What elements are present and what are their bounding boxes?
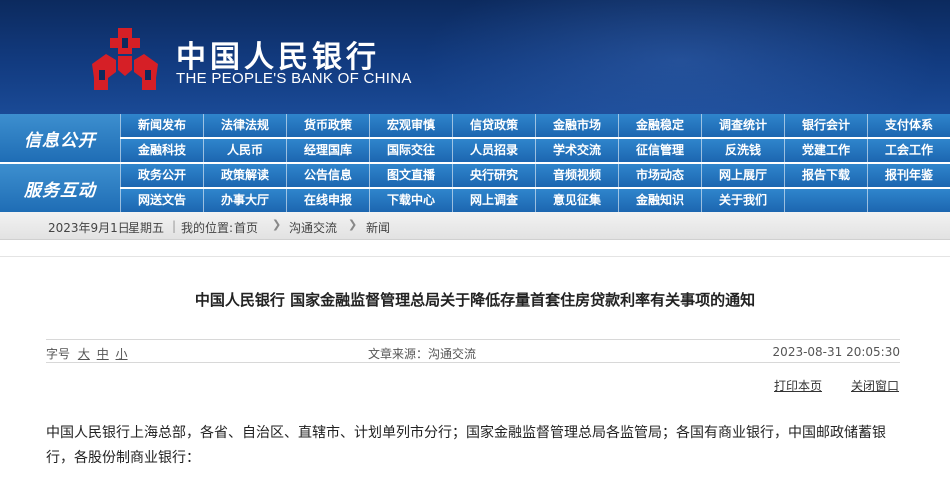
nav-item-empty — [867, 189, 950, 212]
article-meta-bar: 字号 大 中 小 文章来源：沟通交流 2023-08-31 20:05:30 — [46, 339, 900, 363]
nav-item[interactable]: 工会工作 — [867, 139, 950, 162]
chevron-right-icon: ❯ — [272, 218, 282, 231]
nav-item[interactable]: 政策解读 — [203, 164, 286, 187]
nav-item[interactable]: 音频视频 — [535, 164, 618, 187]
nav-item[interactable]: 支付体系 — [867, 114, 950, 137]
info-disclosure-section: 信息公开 — [0, 114, 120, 162]
nav-item[interactable]: 办事大厅 — [203, 189, 286, 212]
nav-item[interactable]: 网上展厅 — [701, 164, 784, 187]
nav-item[interactable]: 人民币 — [203, 139, 286, 162]
nav-item[interactable]: 人员招录 — [452, 139, 535, 162]
nav-item[interactable]: 金融科技 — [120, 139, 203, 162]
nav-item[interactable]: 关于我们 — [701, 189, 784, 212]
nav-item[interactable]: 网上调查 — [452, 189, 535, 212]
breadcrumb-home-link[interactable]: 首页 — [234, 219, 258, 236]
nav-item[interactable]: 图文直播 — [369, 164, 452, 187]
article-body: 中国人民银行上海总部，各省、自治区、直辖市、计划单列市分行；国家金融监督管理总局… — [46, 425, 886, 466]
nav-item[interactable]: 央行研究 — [452, 164, 535, 187]
nav-item[interactable]: 宏观审慎 — [369, 114, 452, 137]
nav-item[interactable]: 银行会计 — [784, 114, 867, 137]
nav-item[interactable]: 信贷政策 — [452, 114, 535, 137]
nav-item-empty — [784, 189, 867, 212]
font-size-medium-button[interactable]: 中 — [97, 347, 109, 361]
nav-item[interactable]: 新闻发布 — [120, 114, 203, 137]
article-container: 中国人民银行 国家金融监督管理总局关于降低存量首套住房贷款利率有关事项的通知 字… — [0, 256, 950, 482]
chevron-right-icon: ❯ — [348, 218, 358, 231]
nav-item[interactable]: 政务公开 — [120, 164, 203, 187]
nav-item[interactable]: 市场动态 — [618, 164, 701, 187]
nav-item[interactable]: 法律法规 — [203, 114, 286, 137]
nav-item[interactable]: 征信管理 — [618, 139, 701, 162]
breadcrumb: 2023年9月1日 星期五 | 我的位置: 首页 ❯ 沟通交流 ❯ 新闻 — [0, 212, 950, 240]
nav-item[interactable]: 金融稳定 — [618, 114, 701, 137]
nav-item[interactable]: 党建工作 — [784, 139, 867, 162]
nav-item[interactable]: 报告下载 — [784, 164, 867, 187]
breadcrumb-communication-link[interactable]: 沟通交流 — [289, 219, 337, 236]
nav-item[interactable]: 金融知识 — [618, 189, 701, 212]
nav-row-4: 网送文告 办事大厅 在线申报 下载中心 网上调查 意见征集 金融知识 关于我们 — [120, 189, 950, 212]
nav-item[interactable]: 金融市场 — [535, 114, 618, 137]
article-title: 中国人民银行 国家金融监督管理总局关于降低存量首套住房贷款利率有关事项的通知 — [194, 291, 756, 309]
site-header: 中国人民银行 THE PEOPLE'S BANK OF CHINA — [0, 0, 950, 114]
info-disclosure-label: 信息公开 — [24, 130, 96, 151]
nav-row-2: 金融科技 人民币 经理国库 国际交往 人员招录 学术交流 征信管理 反洗钱 党建… — [120, 139, 950, 162]
main-navigation: 信息公开 服务互动 新闻发布 法律法规 货币政策 宏观审慎 信贷政策 金融市场 … — [0, 114, 950, 212]
service-interaction-section: 服务互动 — [0, 164, 120, 212]
font-size-label: 字号 — [46, 347, 71, 361]
nav-item[interactable]: 经理国库 — [286, 139, 369, 162]
font-size-small-button[interactable]: 小 — [116, 347, 128, 361]
article-datetime: 2023-08-31 20:05:30 — [772, 345, 900, 359]
nav-item[interactable]: 下载中心 — [369, 189, 452, 212]
nav-row-1: 新闻发布 法律法规 货币政策 宏观审慎 信贷政策 金融市场 金融稳定 调查统计 … — [120, 114, 950, 137]
nav-item[interactable]: 网送文告 — [120, 189, 203, 212]
current-date: 2023年9月1日 — [48, 221, 130, 235]
nav-item[interactable]: 国际交往 — [369, 139, 452, 162]
font-size-large-button[interactable]: 大 — [78, 347, 90, 361]
close-window-link[interactable]: 关闭窗口 — [851, 377, 899, 394]
nav-item[interactable]: 学术交流 — [535, 139, 618, 162]
logo-english-name: THE PEOPLE'S BANK OF CHINA — [176, 70, 412, 87]
pboc-logo-icon[interactable] — [88, 24, 162, 94]
nav-item[interactable]: 公告信息 — [286, 164, 369, 187]
location-label: 我的位置: — [181, 221, 234, 235]
font-size-control: 字号 大 中 小 — [46, 345, 131, 362]
breadcrumb-divider: | — [172, 219, 177, 233]
breadcrumb-news-link[interactable]: 新闻 — [366, 219, 390, 236]
print-page-link[interactable]: 打印本页 — [774, 377, 822, 394]
nav-item[interactable]: 报刊年鉴 — [867, 164, 950, 187]
nav-item[interactable]: 在线申报 — [286, 189, 369, 212]
nav-item[interactable]: 反洗钱 — [701, 139, 784, 162]
nav-row-3: 政务公开 政策解读 公告信息 图文直播 央行研究 音频视频 市场动态 网上展厅 … — [120, 164, 950, 187]
nav-item[interactable]: 意见征集 — [535, 189, 618, 212]
article-source: 文章来源：沟通交流 — [368, 347, 477, 361]
nav-item[interactable]: 货币政策 — [286, 114, 369, 137]
service-interaction-label: 服务互动 — [24, 180, 96, 201]
nav-item[interactable]: 调查统计 — [701, 114, 784, 137]
header-glow — [420, 0, 940, 114]
current-weekday: 星期五 — [128, 221, 165, 235]
